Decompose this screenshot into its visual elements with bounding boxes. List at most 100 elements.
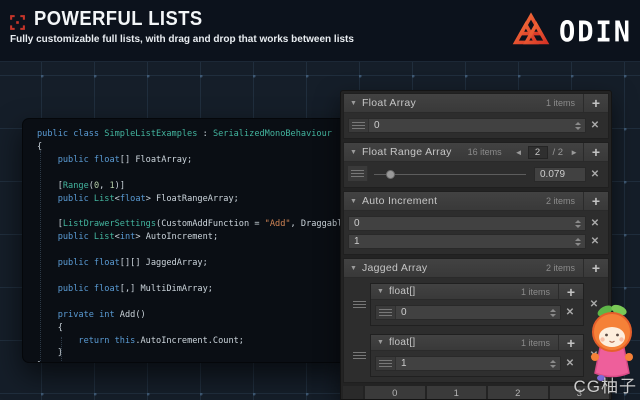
- foldout-icon[interactable]: ▼: [350, 198, 357, 205]
- watermark-text: CG柚子: [574, 372, 638, 397]
- odin-logo: ODIN: [511, 12, 632, 52]
- code-line: public class SimpleListExamples : Serial…: [37, 128, 349, 141]
- auto-increment-header[interactable]: ▼ Auto Increment 2 items +: [344, 192, 608, 211]
- add-item-button[interactable]: +: [558, 284, 583, 299]
- float-range-body: 0.079 ✕: [344, 162, 608, 187]
- nested-list-label: float[]: [389, 337, 416, 348]
- float-field[interactable]: 0: [348, 118, 586, 133]
- page-next-button[interactable]: ►: [570, 148, 578, 157]
- target-icon: [10, 15, 25, 30]
- remove-item-button[interactable]: ✕: [561, 358, 579, 369]
- code-line: public float[][] JaggedArray;: [37, 257, 349, 270]
- list-item: 0 ✕: [348, 215, 604, 232]
- stepper[interactable]: [573, 122, 583, 130]
- code-line: {: [37, 141, 349, 154]
- field-value[interactable]: 0: [349, 218, 573, 229]
- float-array-count: 1 items: [546, 98, 583, 108]
- remove-item-button[interactable]: ✕: [586, 120, 604, 131]
- field-value[interactable]: 1: [396, 358, 548, 369]
- drag-handle[interactable]: [376, 357, 396, 370]
- float-range-count: 16 items: [468, 147, 510, 157]
- int-field[interactable]: 0: [348, 216, 586, 231]
- stepper[interactable]: [548, 360, 558, 368]
- drag-handle[interactable]: [376, 306, 396, 319]
- float-array-header[interactable]: ▼ Float Array 1 items +: [344, 94, 608, 113]
- nested-list: ▼ float[] 1 items + 0: [370, 283, 584, 326]
- code-line: [37, 167, 349, 180]
- jagged-array-label: Jagged Array: [362, 262, 427, 274]
- float-field[interactable]: 1: [375, 356, 561, 371]
- page-total: / 2: [553, 147, 564, 158]
- slider-value-field[interactable]: 0.079: [534, 167, 586, 182]
- code-line: [Range(0, 1)]: [37, 180, 349, 193]
- jagged-array-body: ▼ float[] 1 items + 0: [344, 278, 608, 382]
- table-column-header: 1: [427, 386, 487, 400]
- add-item-button[interactable]: +: [583, 259, 608, 277]
- float-range-label: Float Range Array: [362, 146, 452, 158]
- code-block: public class SimpleListExamples : Serial…: [37, 128, 349, 363]
- code-line: public List<int> AutoIncrement;: [37, 231, 349, 244]
- jagged-array-header[interactable]: ▼ Jagged Array 2 items +: [344, 259, 608, 278]
- foldout-icon[interactable]: ▼: [350, 100, 357, 107]
- page-title: POWERFUL LISTS: [34, 8, 203, 31]
- drag-handle[interactable]: [348, 283, 370, 326]
- add-item-button[interactable]: +: [583, 94, 608, 112]
- drag-handle[interactable]: [348, 334, 370, 377]
- stepper[interactable]: [548, 309, 558, 317]
- nested-list-count: 1 items: [521, 287, 558, 297]
- code-line: [37, 244, 349, 257]
- code-line: }: [37, 360, 349, 363]
- add-item-button[interactable]: +: [583, 192, 608, 210]
- inspector-panel: ▼ Float Array 1 items + 0 ✕ ▼: [340, 90, 612, 400]
- list-item: 0.079 ✕: [348, 166, 604, 183]
- code-line: {: [37, 322, 349, 335]
- field-value[interactable]: 0: [396, 307, 548, 318]
- field-value[interactable]: 0: [369, 120, 573, 131]
- indent-guide: [40, 151, 41, 363]
- page-number-field[interactable]: 2: [528, 146, 548, 159]
- nested-list: ▼ float[] 1 items + 1: [370, 334, 584, 377]
- indent-guide: [61, 337, 62, 363]
- add-item-button[interactable]: +: [558, 335, 583, 350]
- nested-list-header[interactable]: ▼ float[] 1 items +: [371, 284, 583, 300]
- range-slider[interactable]: [374, 167, 526, 182]
- code-line: [37, 270, 349, 283]
- nested-list-header[interactable]: ▼ float[] 1 items +: [371, 335, 583, 351]
- section-float-range-array: ▼ Float Range Array 16 items ◄ 2 / 2 ► +…: [343, 142, 609, 188]
- code-editor-panel: public class SimpleListExamples : Serial…: [22, 118, 350, 363]
- slider-knob[interactable]: [386, 170, 395, 179]
- foldout-icon[interactable]: ▼: [350, 265, 357, 272]
- drag-handle[interactable]: [348, 166, 368, 181]
- add-item-button[interactable]: +: [583, 143, 608, 161]
- float-array-label: Float Array: [362, 97, 416, 109]
- multidim-array-table: 01230000010000: [343, 386, 609, 400]
- float-field[interactable]: 0: [375, 305, 561, 320]
- float-range-header[interactable]: ▼ Float Range Array 16 items ◄ 2 / 2 ► +: [344, 143, 608, 162]
- foldout-icon[interactable]: ▼: [377, 339, 384, 346]
- code-line: private int Add(): [37, 309, 349, 322]
- remove-item-button[interactable]: ✕: [586, 236, 604, 247]
- nested-list-item: ▼ float[] 1 items + 1: [348, 334, 604, 377]
- section-float-array: ▼ Float Array 1 items + 0 ✕: [343, 93, 609, 139]
- field-value[interactable]: 1: [349, 236, 573, 247]
- odin-logotype: ODIN: [559, 16, 632, 49]
- remove-item-button[interactable]: ✕: [561, 307, 579, 318]
- stepper[interactable]: [573, 238, 583, 246]
- auto-increment-label: Auto Increment: [362, 195, 437, 207]
- auto-increment-count: 2 items: [546, 196, 583, 206]
- remove-item-button[interactable]: ✕: [586, 169, 604, 180]
- section-auto-increment: ▼ Auto Increment 2 items + 0 ✕ 1: [343, 191, 609, 255]
- page-background: POWERFUL LISTS Fully customizable full l…: [0, 0, 640, 400]
- code-line: [37, 205, 349, 218]
- drag-handle[interactable]: [349, 119, 369, 132]
- code-line: return this.AutoIncrement.Count;: [37, 335, 349, 348]
- int-field[interactable]: 1: [348, 234, 586, 249]
- foldout-icon[interactable]: ▼: [350, 149, 357, 156]
- stepper[interactable]: [573, 220, 583, 228]
- code-line: [37, 296, 349, 309]
- page-prev-button[interactable]: ◄: [515, 148, 523, 157]
- code-line: public float[] FloatArray;: [37, 154, 349, 167]
- foldout-icon[interactable]: ▼: [377, 288, 384, 295]
- nested-list-item: ▼ float[] 1 items + 0: [348, 283, 604, 326]
- remove-item-button[interactable]: ✕: [586, 218, 604, 229]
